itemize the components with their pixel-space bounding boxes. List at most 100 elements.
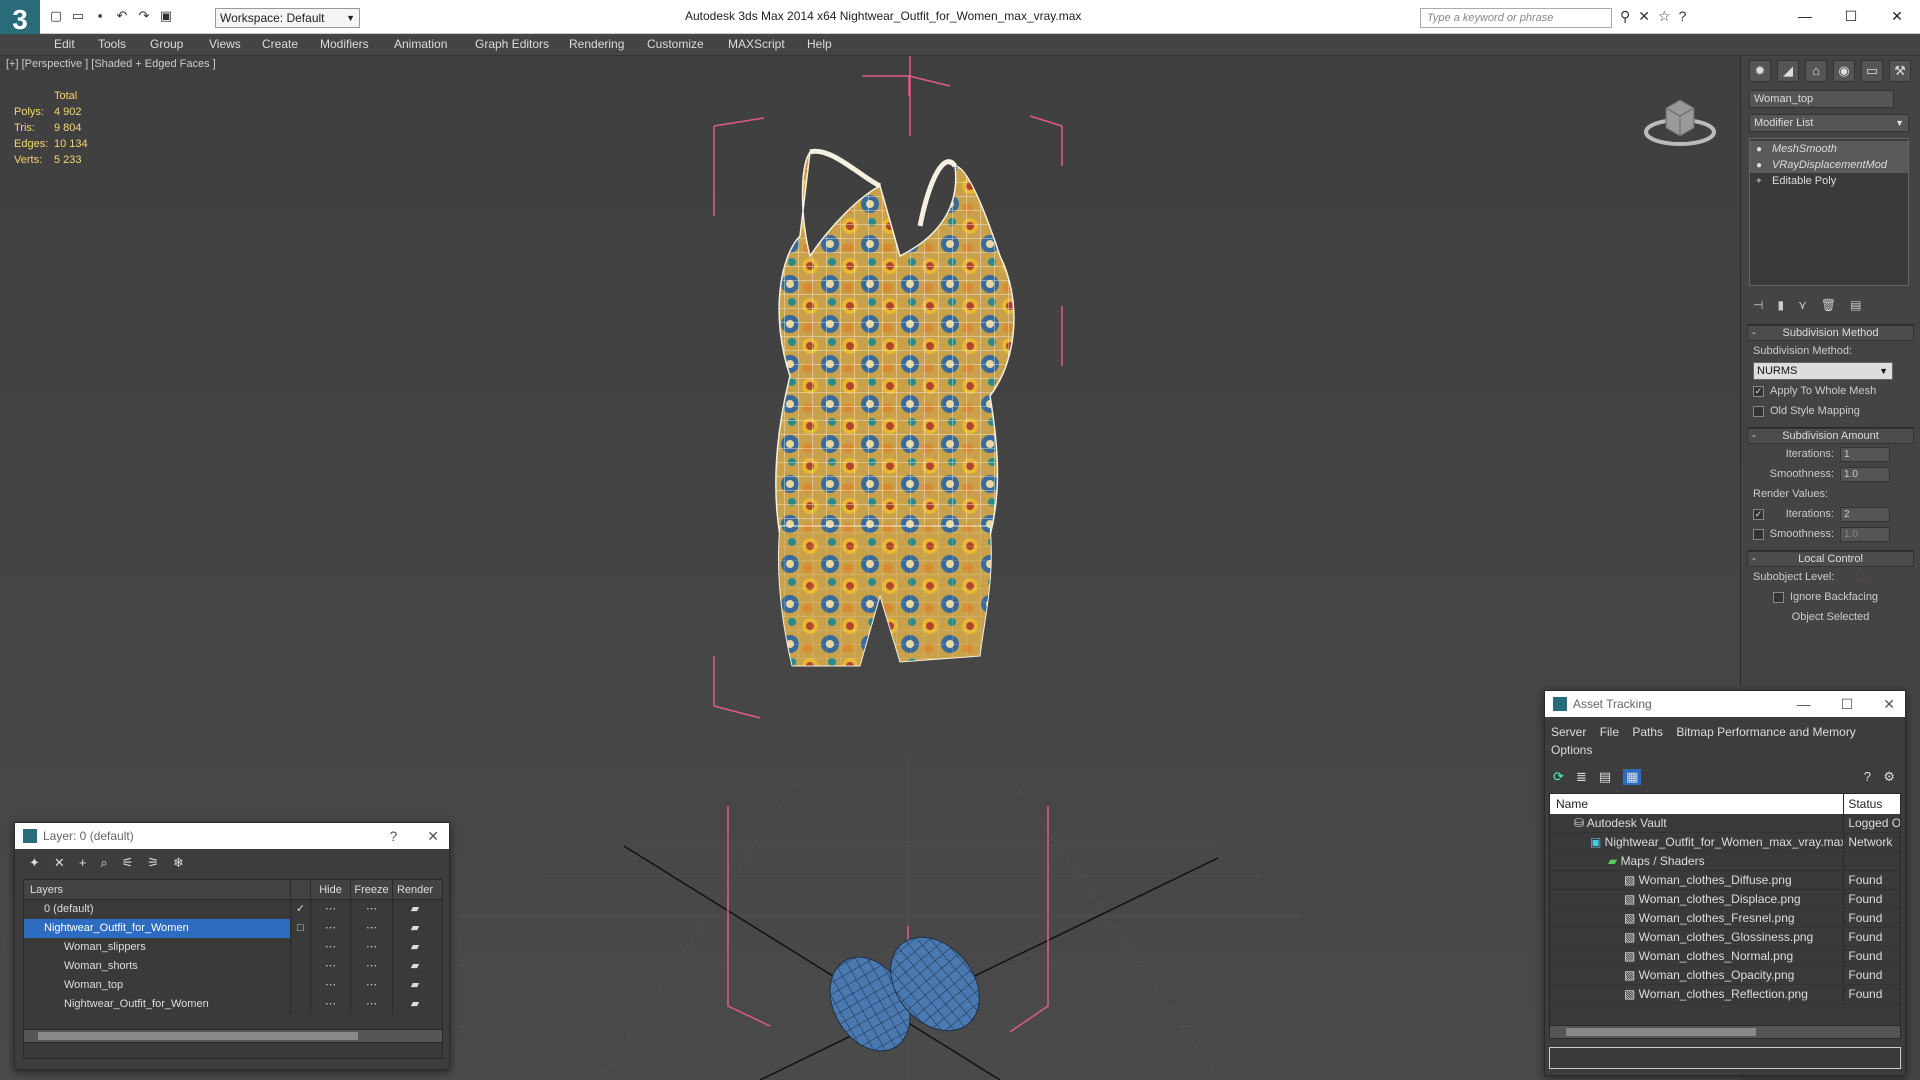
motion-tab-icon[interactable]: ◉ — [1833, 60, 1855, 82]
modifier-list-dropdown[interactable]: Modifier List ▼ — [1749, 114, 1909, 132]
layer-horizontal-scrollbar[interactable] — [23, 1029, 443, 1043]
scrollbar-thumb[interactable] — [1566, 1028, 1756, 1036]
asset-menu-file[interactable]: File — [1600, 725, 1619, 739]
hide-toggle[interactable]: ⋯ — [311, 938, 351, 957]
rollout-header[interactable]: - Subdivision Amount — [1747, 428, 1914, 444]
asset-row[interactable]: ▣ Nightwear_Outfit_for_Women_max_vray.ma… — [1550, 833, 1900, 852]
configure-modifier-sets-icon[interactable]: ▤ — [1850, 298, 1861, 312]
stack-item-vraydisplacement[interactable]: ● VRayDisplacementMod — [1750, 157, 1908, 173]
asset-row[interactable]: ▧ Woman_clothes_Fresnel.png Found — [1550, 909, 1900, 928]
render-smoothness-spinner[interactable]: 1.0 — [1840, 526, 1890, 542]
hide-toggle[interactable]: ⋯ — [311, 995, 351, 1014]
menu-rendering[interactable]: Rendering — [569, 37, 624, 51]
remove-modifier-icon[interactable]: 🗑 — [1821, 298, 1836, 312]
scrollbar-thumb[interactable] — [38, 1032, 358, 1040]
menu-views[interactable]: Views — [209, 37, 241, 51]
lightbulb-icon[interactable]: ● — [1756, 158, 1762, 174]
select-objects-icon[interactable]: ⌕ — [100, 855, 107, 871]
object-name-field[interactable]: Woman_top — [1749, 90, 1894, 108]
woman-shorts-mesh[interactable] — [778, 525, 992, 667]
pin-stack-icon[interactable]: ⊣ — [1753, 298, 1763, 312]
woman-top-mesh[interactable] — [775, 148, 1015, 537]
table-view-icon[interactable]: ▦ — [1623, 769, 1642, 785]
vertex-level-icon[interactable]: ∴ — [1860, 571, 1867, 584]
column-layers[interactable]: Layers — [24, 880, 291, 899]
asset-row[interactable]: ▧ Woman_clothes_Glossiness.png Found — [1550, 928, 1900, 947]
asset-row[interactable]: ▧ Woman_clothes_Reflection.png Found — [1550, 985, 1900, 1004]
asset-row[interactable]: ▧ Woman_clothes_Displace.png Found — [1550, 890, 1900, 909]
current-layer-icon[interactable]: □ — [291, 919, 311, 938]
layer-row[interactable]: Woman_top ⋯ ⋯ ▰ — [24, 976, 442, 995]
redo-icon[interactable]: ↷ — [136, 8, 152, 24]
settings-icon[interactable]: ⚙ — [1883, 769, 1895, 785]
layer-row[interactable]: Nightwear_Outfit_for_Women □ ⋯ ⋯ ▰ — [24, 919, 442, 938]
rollout-header[interactable]: - Local Control — [1747, 551, 1914, 567]
menu-help[interactable]: Help — [807, 37, 832, 51]
subdivision-method-dropdown[interactable]: NURMS ▼ — [1753, 362, 1893, 380]
maximize-icon[interactable]: ☐ — [1828, 0, 1874, 32]
search-input[interactable]: Type a keyword or phrase — [1420, 8, 1612, 28]
viewcube[interactable] — [1640, 90, 1720, 150]
render-smoothness-checkbox[interactable] — [1753, 528, 1764, 540]
freeze-toggle[interactable]: ⋯ — [351, 995, 393, 1014]
hide-toggle[interactable]: ⋯ — [311, 976, 351, 995]
save-icon[interactable]: ▪ — [92, 8, 108, 24]
project-icon[interactable]: ▣ — [158, 8, 174, 24]
star-icon[interactable]: ☆ — [1658, 8, 1671, 25]
asset-menu-bitmap[interactable]: Bitmap Performance and Memory — [1676, 725, 1855, 739]
menu-tools[interactable]: Tools — [98, 37, 126, 51]
render-teapot-icon[interactable]: ▰ — [393, 919, 437, 938]
checkmark-icon[interactable]: ✓ — [291, 900, 311, 919]
freeze-all-icon[interactable]: ❄ — [173, 855, 184, 871]
column-status[interactable]: Status — [1844, 794, 1900, 814]
ignore-backfacing-checkbox[interactable] — [1773, 591, 1784, 603]
layer-window-header[interactable]: Layer: 0 (default) ? ✕ — [15, 823, 449, 849]
menu-graph-editors[interactable]: Graph Editors — [475, 37, 549, 51]
rollout-header[interactable]: - Subdivision Method — [1747, 325, 1914, 341]
render-iterations-checkbox[interactable]: ✓ — [1753, 508, 1764, 520]
layer-row[interactable]: Woman_shorts ⋯ ⋯ ▰ — [24, 957, 442, 976]
column-name[interactable]: Name — [1550, 794, 1845, 814]
help-icon[interactable]: ? — [1864, 769, 1871, 784]
freeze-toggle[interactable]: ⋯ — [351, 957, 393, 976]
freeze-toggle[interactable]: ⋯ — [351, 919, 393, 938]
menu-animation[interactable]: Animation — [394, 37, 447, 51]
asset-row[interactable]: ▧ Woman_clothes_Diffuse.png Found — [1550, 871, 1900, 890]
close-icon[interactable]: ✕ — [427, 823, 439, 849]
menu-customize[interactable]: Customize — [647, 37, 704, 51]
render-teapot-icon[interactable]: ▰ — [393, 900, 437, 919]
add-to-layer-icon[interactable]: + — [79, 855, 87, 871]
expand-icon[interactable]: + — [1756, 174, 1762, 190]
make-unique-icon[interactable]: ⋎ — [1798, 298, 1807, 312]
lightbulb-icon[interactable]: ● — [1756, 142, 1762, 158]
menu-group[interactable]: Group — [150, 37, 183, 51]
column-hide[interactable]: Hide — [311, 880, 351, 899]
new-file-icon[interactable]: ▢ — [48, 8, 64, 24]
hide-toggle[interactable]: ⋯ — [311, 900, 351, 919]
asset-row[interactable]: ⛁ Autodesk Vault Logged O — [1550, 814, 1900, 833]
menu-edit[interactable]: Edit — [54, 37, 75, 51]
show-end-result-icon[interactable]: ▮ — [1777, 298, 1784, 312]
display-tab-icon[interactable]: ▭ — [1861, 60, 1883, 82]
asset-menu-options[interactable]: Options — [1551, 743, 1592, 757]
minimize-icon[interactable]: — — [1797, 691, 1811, 717]
column-render[interactable]: Render — [393, 880, 437, 899]
highlight-layer-icon[interactable]: ⚟ — [122, 855, 134, 871]
close-icon[interactable]: ✕ — [1874, 0, 1920, 32]
woman-slippers-mesh[interactable] — [814, 920, 998, 1066]
menu-modifiers[interactable]: Modifiers — [320, 37, 369, 51]
minimize-icon[interactable]: — — [1782, 0, 1828, 32]
layer-row[interactable]: Woman_slippers ⋯ ⋯ ▰ — [24, 938, 442, 957]
render-teapot-icon[interactable]: ▰ — [393, 957, 437, 976]
tree-view-icon[interactable]: ▤ — [1599, 769, 1611, 785]
delete-layer-icon[interactable]: ✕ — [54, 855, 65, 871]
help-icon[interactable]: ? — [1679, 8, 1687, 25]
iterations-spinner[interactable]: 1 — [1840, 446, 1890, 462]
tools-icon[interactable]: ✕ — [1638, 8, 1650, 25]
workspace-dropdown[interactable]: Workspace: Default ▼ — [215, 8, 360, 28]
smoothness-spinner[interactable]: 1.0 — [1840, 466, 1890, 482]
asset-menu-paths[interactable]: Paths — [1632, 725, 1663, 739]
asset-horizontal-scrollbar[interactable] — [1549, 1025, 1901, 1039]
asset-window-header[interactable]: Asset Tracking — ☐ ✕ — [1545, 691, 1905, 717]
freeze-toggle[interactable]: ⋯ — [351, 938, 393, 957]
